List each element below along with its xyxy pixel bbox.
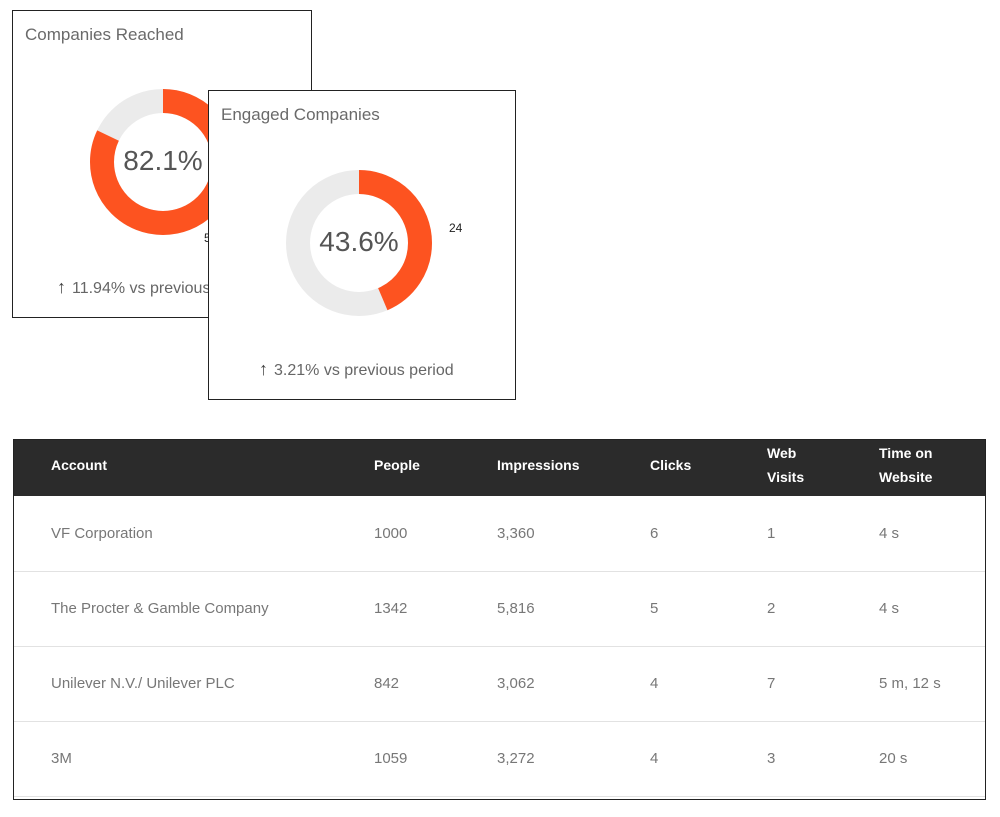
trend-text: ↑ 3.21% vs previous period [259,359,454,380]
cell-clicks: 4 [650,750,659,767]
header-impressions[interactable]: Impressions [497,453,579,477]
cell-web-visits: 7 [767,675,776,692]
cell-web-visits: 3 [767,750,776,767]
table-row[interactable]: Unilever N.V./ Unilever PLC 842 3,062 4 … [14,646,985,722]
table-header: Account People Impressions Clicks Web Vi… [14,440,985,496]
trend-value: 3.21% vs previous period [274,362,454,379]
side-count: 24 [449,221,463,235]
donut-percent: 43.6% [319,226,399,257]
header-web-visits[interactable]: Web Visits [767,441,804,489]
cell-account: 3M [51,750,72,767]
cell-web-visits: 1 [767,525,776,542]
card-title: Companies Reached [25,25,184,44]
cell-time-on-website: 5 m, 12 s [879,675,941,692]
header-time-on-website[interactable]: Time on Website [879,441,932,489]
table-row[interactable]: The Procter & Gamble Company 1342 5,816 … [14,571,985,647]
accounts-table: Account People Impressions Clicks Web Vi… [13,439,986,800]
cell-impressions: 3,272 [497,750,535,767]
cell-impressions: 5,816 [497,600,535,617]
cell-clicks: 4 [650,675,659,692]
table-row[interactable]: VF Corporation 1000 3,360 6 1 4 s [14,496,985,572]
cell-time-on-website: 20 s [879,750,908,767]
cell-time-on-website: 4 s [879,600,900,617]
cell-web-visits: 2 [767,600,776,617]
engaged-companies-card: Engaged Companies 43.6% 24 ↑ 3.21% vs pre… [208,90,516,400]
header-clicks[interactable]: Clicks [650,453,691,477]
cell-clicks: 5 [650,600,659,617]
cell-account: Unilever N.V./ Unilever PLC [51,675,235,692]
arrow-up-icon: ↑ [259,359,268,379]
cell-people: 842 [374,675,400,692]
cell-people: 1059 [374,750,408,767]
cell-people: 1000 [374,525,408,542]
table-row[interactable]: 3M 1059 3,272 4 3 20 s [14,721,985,797]
cell-clicks: 6 [650,525,659,542]
cell-account: VF Corporation [51,525,153,542]
cell-impressions: 3,360 [497,525,535,542]
cell-account: The Procter & Gamble Company [51,600,269,617]
cell-people: 1342 [374,600,408,617]
cell-time-on-website: 4 s [879,525,900,542]
cell-impressions: 3,062 [497,675,535,692]
card-title: Engaged Companies [221,105,380,124]
header-account[interactable]: Account [51,453,107,477]
header-people[interactable]: People [374,453,420,477]
arrow-up-icon: ↑ [57,277,66,297]
